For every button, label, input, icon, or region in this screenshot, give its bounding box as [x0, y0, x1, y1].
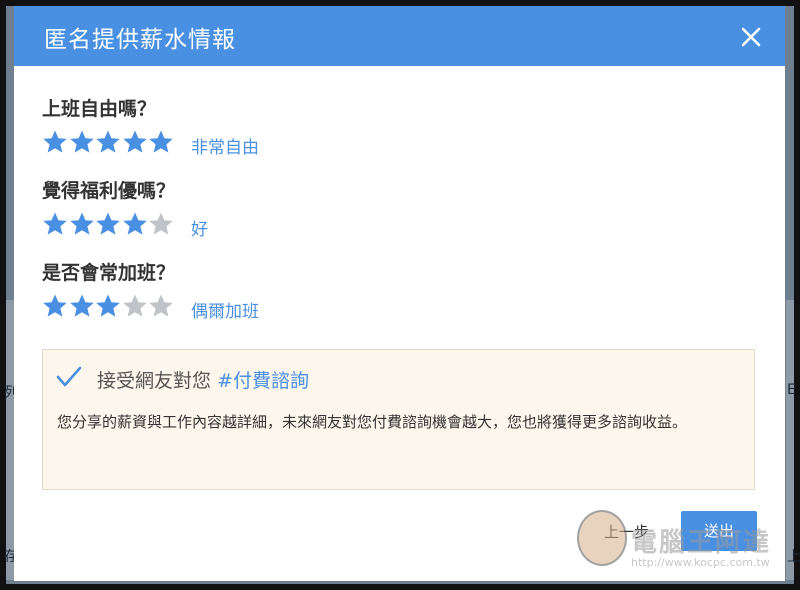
salary-info-dialog: 匿名提供薪水情報 上班自由嗎？ 非常自由 覺得福利優嗎？ 好 是否會常加班？ 偶… [14, 6, 785, 581]
star-empty-icon[interactable] [148, 293, 174, 319]
consult-heading-prefix: 接受網友對您 [97, 370, 212, 392]
consult-checkbox[interactable] [55, 365, 83, 389]
consult-heading: 接受網友對您 #付費諮詢 [97, 366, 309, 393]
rating-label-overtime: 偶爾加班 [191, 302, 259, 322]
star-filled-icon[interactable] [42, 211, 68, 237]
backdrop-left-strip [6, 300, 14, 580]
backdrop-text: E [787, 382, 796, 398]
star-empty-icon[interactable] [122, 293, 148, 319]
paid-consult-box: 接受網友對您 #付費諮詢 您分享的薪資與工作內容越詳細，未來網友對您付費諮詢機會… [42, 349, 755, 490]
dialog-header: 匿名提供薪水情報 [14, 6, 785, 66]
star-filled-icon[interactable] [95, 129, 121, 155]
star-empty-icon[interactable] [148, 211, 174, 237]
close-icon [734, 20, 768, 54]
star-filled-icon[interactable] [69, 129, 95, 155]
dialog-title: 匿名提供薪水情報 [44, 27, 236, 53]
checkmark-icon [55, 366, 83, 393]
backdrop-text: 上 [787, 549, 800, 565]
star-filled-icon[interactable] [69, 293, 95, 319]
close-button[interactable] [734, 20, 768, 54]
star-filled-icon[interactable] [42, 293, 68, 319]
star-filled-icon[interactable] [69, 211, 95, 237]
question-freedom: 上班自由嗎？ [42, 98, 157, 120]
star-filled-icon[interactable] [122, 211, 148, 237]
star-filled-icon[interactable] [122, 129, 148, 155]
watermark-url: http://www.kocpc.com.tw [631, 556, 770, 569]
consult-hashtag[interactable]: #付費諮詢 [217, 370, 309, 392]
consult-description: 您分享的薪資與工作內容越詳細，未來網友對您付費諮詢機會越大，您也將獲得更多諮詢收… [57, 413, 688, 431]
star-filled-icon[interactable] [95, 293, 121, 319]
question-benefits: 覺得福利優嗎？ [42, 180, 176, 202]
rating-label-freedom: 非常自由 [191, 138, 259, 158]
rating-stars-benefits[interactable] [42, 211, 182, 237]
rating-label-benefits: 好 [191, 220, 208, 240]
submit-button[interactable]: 送出 [681, 511, 757, 551]
rating-stars-freedom[interactable] [42, 129, 182, 155]
prev-step-button[interactable]: 上一步 [604, 521, 649, 542]
backdrop-right-strip [786, 300, 794, 580]
star-filled-icon[interactable] [95, 211, 121, 237]
rating-stars-overtime[interactable] [42, 293, 182, 319]
question-overtime: 是否會常加班？ [42, 262, 176, 284]
star-filled-icon[interactable] [148, 129, 174, 155]
star-filled-icon[interactable] [42, 129, 68, 155]
